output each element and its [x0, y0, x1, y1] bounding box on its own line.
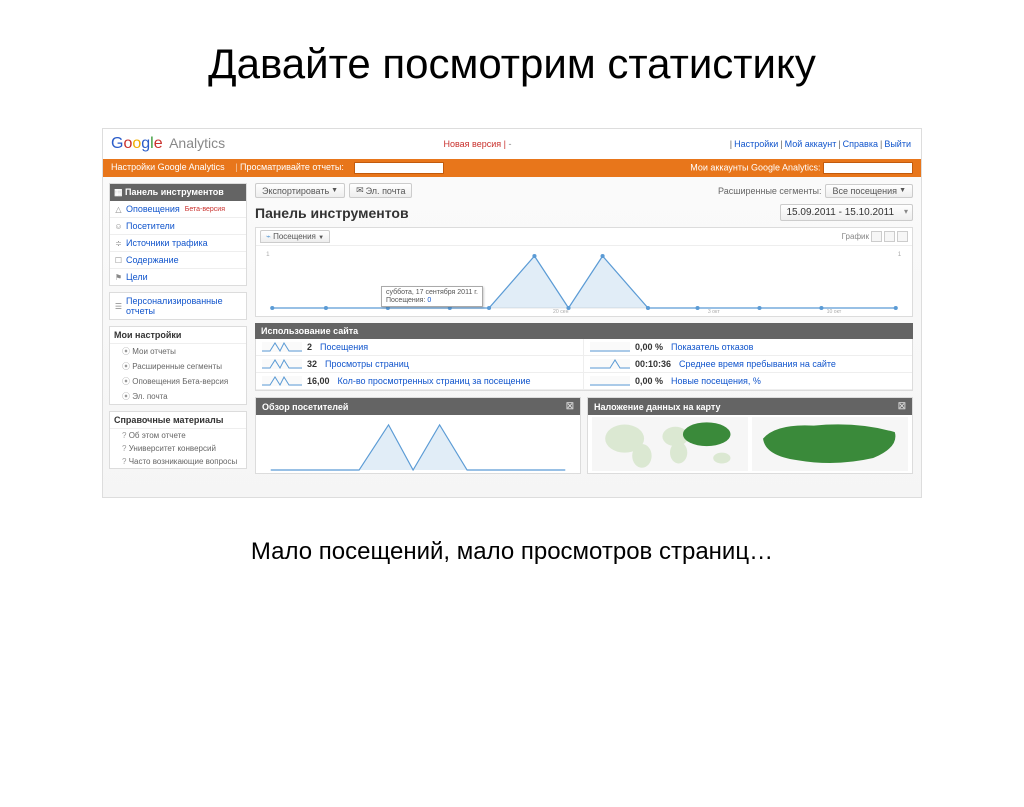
top-links: |Настройки|Мой аккаунт|Справка|Выйти: [730, 139, 913, 149]
google-analytics-logo: Google Analytics: [111, 135, 225, 153]
sidebar-item-alerts[interactable]: △ Оповещения Бета-версия: [110, 201, 246, 218]
dashboard-icon: ▦: [114, 187, 123, 197]
sparkline-icon: [590, 359, 630, 369]
graph-label: График: [842, 232, 869, 241]
main-chart-block: ⌁ Посещения ▼ График суббота, 17 сентябр…: [255, 227, 913, 317]
settings-link[interactable]: Настройки: [734, 139, 778, 149]
metric-pages-per-visit[interactable]: 16,00 Кол-во просмотренных страниц за по…: [256, 373, 584, 390]
xtick-1: 20 сен: [553, 309, 569, 314]
visitors-mini-chart[interactable]: [260, 417, 576, 471]
sparkline-icon: [590, 342, 630, 352]
sidebar-help-box: Справочные материалы ? Об этом отчете ? …: [109, 411, 247, 469]
flag-icon: ⚑: [114, 273, 123, 282]
content-icon: ☐: [114, 256, 123, 265]
map-overlay-title: Наложение данных на карту: [594, 402, 720, 412]
email-settings-link[interactable]: ⦿ Эл. почта: [110, 389, 246, 404]
header-bar: Google Analytics Новая версия | - |Настр…: [103, 129, 921, 159]
metric-avgtime[interactable]: 00:10:36 Среднее время пребывания на сай…: [584, 356, 912, 373]
orange-nav-bar: Настройки Google Analytics | Просматрива…: [103, 159, 921, 177]
email-button[interactable]: ✉ Эл. почта: [349, 183, 412, 198]
visitors-overview-title: Обзор посетителей: [262, 402, 348, 412]
xtick-3: 10 окт: [827, 309, 842, 314]
metrics-grid: 2 Посещения 0,00 % Показатель отказов 32…: [255, 339, 913, 391]
faq-link[interactable]: ? Часто возникающие вопросы: [110, 455, 246, 468]
alerts-settings-link[interactable]: ⦿ Оповещения Бета-версия: [110, 374, 246, 389]
view-mode-3[interactable]: [897, 231, 908, 242]
slide-title: Давайте посмотрим статистику: [0, 40, 1024, 88]
map-overlay-panel: Наложение данных на карту ☒: [587, 397, 913, 474]
toolbar: Экспортировать ▼ ✉ Эл. почта Расширенные…: [255, 183, 913, 198]
svg-text:1: 1: [266, 251, 270, 258]
metric-new-visits[interactable]: 0,00 % Новые посещения, %: [584, 373, 912, 390]
traffic-icon: ≑: [114, 239, 123, 248]
help-link[interactable]: Справка: [843, 139, 878, 149]
my-reports-link[interactable]: ⦿ Мои отчеты: [110, 344, 246, 359]
close-icon[interactable]: ☒: [566, 401, 574, 412]
bell-icon: △: [114, 205, 123, 214]
panels-row: Обзор посетителей ☒ Наложение данных на …: [255, 397, 913, 474]
sidebar-item-visitors[interactable]: ☺ Посетители: [110, 218, 246, 235]
sparkline-icon: [262, 359, 302, 369]
profile-select[interactable]: [354, 162, 444, 174]
chevron-down-icon: ▼: [331, 187, 338, 194]
analytics-screenshot: Google Analytics Новая версия | - |Настр…: [102, 128, 922, 498]
sparkline-icon: [590, 376, 630, 386]
view-reports-link[interactable]: Просматривайте отчеты:: [240, 162, 344, 172]
help-title: Справочные материалы: [110, 412, 246, 429]
sidebar-nav-box: ▦ Панель инструментов △ Оповещения Бета-…: [109, 183, 247, 286]
new-version-link[interactable]: Новая версия | -: [443, 139, 511, 149]
metric-bounce[interactable]: 0,00 % Показатель отказов: [584, 339, 912, 356]
adv-segments-label: Расширенные сегменты:: [718, 186, 821, 196]
my-accounts-label: Мои аккаунты Google Analytics:: [690, 162, 820, 172]
russia-map[interactable]: [752, 417, 908, 471]
export-button[interactable]: Экспортировать ▼: [255, 183, 345, 198]
metric-visits[interactable]: 2 Посещения: [256, 339, 584, 356]
sidebar-settings-box: Мои настройки ⦿ Мои отчеты ⦿ Расширенные…: [109, 326, 247, 405]
slide-caption: Мало посещений, мало просмотров страниц…: [0, 538, 1024, 566]
main-chart[interactable]: суббота, 17 сентября 2011 г. Посещения: …: [256, 246, 912, 316]
xtick-2: 3 окт: [708, 309, 721, 314]
chart-tooltip: суббота, 17 сентября 2011 г. Посещения: …: [381, 286, 483, 307]
conversion-univ-link[interactable]: ? Университет конверсий: [110, 442, 246, 455]
metric-pageviews[interactable]: 32 Просмотры страниц: [256, 356, 584, 373]
view-mode-2[interactable]: [884, 231, 895, 242]
sidebar-item-content[interactable]: ☐ Содержание: [110, 252, 246, 269]
date-range-picker[interactable]: 15.09.2011 - 15.10.2011: [780, 204, 914, 221]
sidebar-item-goals[interactable]: ⚑ Цели: [110, 269, 246, 285]
sidebar: ▦ Панель инструментов △ Оповещения Бета-…: [103, 177, 253, 498]
view-mode-1[interactable]: [871, 231, 882, 242]
mail-icon: ✉: [356, 185, 364, 196]
sidebar-dashboard-head[interactable]: ▦ Панель инструментов: [110, 184, 246, 201]
custom-reports-link[interactable]: ☰ Персонализированные отчеты: [110, 293, 246, 319]
sidebar-custom-reports-box: ☰ Персонализированные отчеты: [109, 292, 247, 320]
sparkline-icon: [262, 376, 302, 386]
chart-metric-tab[interactable]: ⌁ Посещения ▼: [260, 230, 330, 243]
world-map[interactable]: [592, 417, 748, 471]
sparkline-icon: [262, 342, 302, 352]
analytics-settings-link[interactable]: Настройки Google Analytics: [111, 162, 225, 172]
visitors-overview-panel: Обзор посетителей ☒: [255, 397, 581, 474]
svg-text:1: 1: [898, 251, 902, 258]
dashboard-title: Панель инструментов: [255, 205, 409, 221]
chevron-down-icon: ▼: [318, 235, 324, 241]
chevron-down-icon: ▼: [899, 187, 906, 194]
adv-segments-link[interactable]: ⦿ Расширенные сегменты: [110, 359, 246, 374]
all-visits-segment[interactable]: Все посещения ▼: [825, 184, 913, 198]
close-icon[interactable]: ☒: [898, 401, 906, 412]
usage-section-header: Использование сайта: [255, 323, 913, 339]
my-settings-title: Мои настройки: [110, 327, 246, 344]
report-icon: ☰: [114, 302, 123, 311]
my-account-link[interactable]: Мой аккаунт: [785, 139, 837, 149]
logout-link[interactable]: Выйти: [884, 139, 911, 149]
sidebar-item-traffic[interactable]: ≑ Источники трафика: [110, 235, 246, 252]
account-select[interactable]: [823, 162, 913, 174]
main-content: Экспортировать ▼ ✉ Эл. почта Расширенные…: [253, 177, 921, 498]
user-icon: ☺: [114, 222, 123, 231]
about-report-link[interactable]: ? Об этом отчете: [110, 429, 246, 442]
